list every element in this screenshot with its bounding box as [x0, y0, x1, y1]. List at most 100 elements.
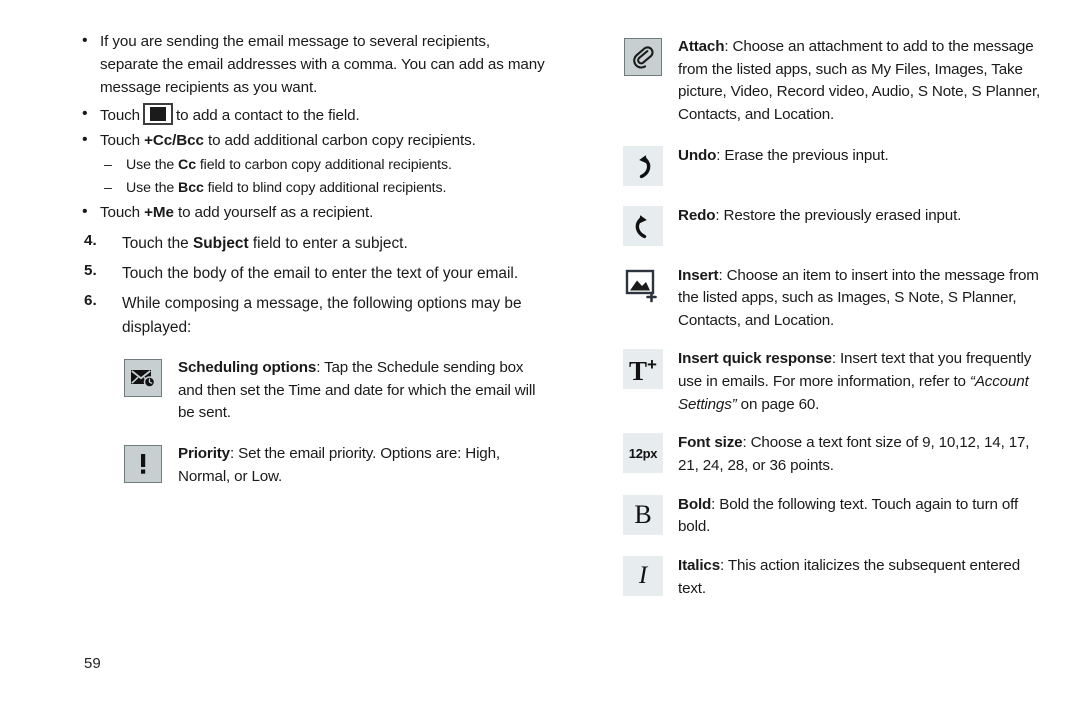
step-4-prefix: Touch the: [122, 234, 194, 252]
option-title: Insert quick response: [678, 350, 832, 368]
bold-icon-label: B: [634, 499, 652, 529]
sub-bcc-bold: Bcc: [178, 180, 204, 197]
option-scheduling-options: Scheduling options: Tap the Schedule sen…: [122, 357, 548, 425]
cc-bcc-bold: +Cc/Bcc: [144, 132, 204, 150]
step-number: 6.: [84, 292, 97, 310]
list-item: • If you are sending the email message t…: [78, 30, 548, 99]
dash-marker: –: [104, 157, 112, 174]
undo-arrow-icon-box: [623, 145, 663, 186]
plus-glyph: +: [647, 354, 657, 374]
step-text: While composing a message, the following…: [122, 295, 522, 336]
option-undo: Undo: Erase the previous input.: [622, 145, 1042, 187]
bold-icon-box: B: [623, 494, 663, 535]
step-5: 5. Touch the body of the email to enter …: [78, 262, 548, 285]
font-size-icon-box: 12px: [623, 433, 663, 474]
redo-arrow-icon[interactable]: [622, 205, 664, 247]
sub-bcc-prefix: Use the: [126, 180, 179, 197]
page-number: 59: [84, 655, 101, 672]
redo-arrow-icon-box: [623, 205, 663, 246]
schedule-email-icon-box: [124, 359, 162, 398]
option-title: Bold: [678, 495, 712, 513]
touch-prefix-text: Touch: [100, 107, 141, 125]
option-text: Insert: Choose an item to insert into th…: [678, 265, 1042, 333]
step-4-suffix: field to enter a subject.: [248, 234, 408, 252]
option-title: Font size: [678, 434, 743, 452]
me-prefix: Touch: [100, 204, 145, 222]
insert-image-plus-icon[interactable]: [622, 265, 664, 307]
option-insert: Insert: Choose an item to insert into th…: [622, 265, 1042, 333]
option-attach: Attach: Choose an attachment to add to t…: [622, 36, 1042, 127]
insert-image-plus-icon-box: [623, 266, 663, 306]
sub-cc-prefix: Use the: [126, 157, 179, 174]
step-number: 4.: [84, 231, 97, 249]
option-text: Bold: Bold the following text. Touch aga…: [678, 494, 1042, 539]
step-4: 4. Touch the Subject field to enter a su…: [78, 232, 548, 255]
priority-exclamation-icon[interactable]: [122, 443, 164, 485]
option-body: : Erase the previous input.: [716, 146, 889, 164]
option-body: : This action italicizes the subsequent …: [678, 556, 1020, 597]
option-body: : Choose an attachment to add to the mes…: [678, 38, 1041, 123]
left-column: • If you are sending the email message t…: [78, 30, 548, 501]
step-number: 5.: [84, 261, 97, 279]
option-body-tail: on page 60.: [736, 395, 820, 413]
option-text: Undo: Erase the previous input.: [678, 145, 1042, 168]
option-text: Insert quick response: Insert text that …: [678, 348, 1042, 416]
contact-picker-icon[interactable]: [143, 103, 174, 126]
option-text: Priority: Set the email priority. Option…: [178, 443, 548, 488]
dash-marker: –: [104, 180, 112, 197]
list-item-me: • Touch +Me to add yourself as a recipie…: [78, 201, 548, 224]
step-text: Touch the body of the email to enter the…: [122, 264, 519, 282]
bullet-marker: •: [82, 203, 88, 221]
option-insert-quick-response: T+ Insert quick response: Insert text th…: [622, 348, 1042, 416]
touch-suffix-text: to add a contact to the field.: [176, 107, 360, 125]
bullet-marker: •: [82, 131, 88, 149]
list-item-text: If you are sending the email message to …: [100, 33, 545, 97]
font-size-icon[interactable]: 12px: [622, 432, 664, 474]
option-title: Italics: [678, 556, 721, 574]
t-glyph: T+: [629, 354, 657, 386]
option-text: Scheduling options: Tap the Schedule sen…: [178, 357, 548, 425]
me-bold: +Me: [144, 204, 174, 222]
italics-icon-box: I: [623, 555, 663, 596]
manual-page: • If you are sending the email message t…: [0, 0, 1080, 720]
cc-bcc-suffix: to add additional carbon copy recipients…: [203, 132, 476, 150]
option-title: Scheduling options: [178, 359, 317, 377]
option-priority: Priority: Set the email priority. Option…: [122, 443, 548, 488]
option-text: Font size: Choose a text font size of 9,…: [678, 432, 1042, 477]
step-6: 6. While composing a message, the follow…: [78, 292, 548, 339]
option-body: : Restore the previously erased input.: [715, 206, 962, 224]
option-body: : Choose an item to insert into the mess…: [678, 266, 1039, 329]
option-italics: I Italics: This action italicizes the su…: [622, 555, 1042, 600]
option-body: : Bold the following text. Touch again t…: [678, 495, 1019, 536]
italics-icon[interactable]: I: [622, 555, 664, 597]
priority-exclamation-icon-box: [124, 445, 162, 484]
bullet-marker: •: [82, 105, 88, 123]
option-title: Attach: [678, 38, 725, 55]
undo-arrow-icon[interactable]: [622, 145, 664, 187]
sub-list-item-bcc: – Use the Bcc field to blind copy additi…: [78, 177, 548, 199]
option-text: Attach: Choose an attachment to add to t…: [678, 36, 1042, 127]
sub-list-item-cc: – Use the Cc field to carbon copy additi…: [78, 154, 548, 176]
insert-quick-response-icon[interactable]: T+: [622, 348, 664, 390]
option-bold: B Bold: Bold the following text. Touch a…: [622, 494, 1042, 539]
sub-cc-bold: Cc: [178, 157, 196, 174]
option-title: Undo: [678, 146, 717, 164]
list-item-touch-contact: • Touch to add a contact to the field.: [78, 103, 548, 127]
insert-quick-response-icon-box: T+: [623, 349, 663, 390]
option-text: Redo: Restore the previously erased inpu…: [678, 205, 1042, 228]
paperclip-attach-icon[interactable]: [622, 36, 664, 78]
option-title: Insert: [678, 266, 719, 284]
me-suffix: to add yourself as a recipient.: [173, 204, 374, 222]
right-column: Attach: Choose an attachment to add to t…: [622, 36, 1042, 613]
bold-icon[interactable]: B: [622, 494, 664, 536]
option-redo: Redo: Restore the previously erased inpu…: [622, 205, 1042, 247]
bullet-marker: •: [82, 32, 88, 49]
person-glyph: [150, 107, 167, 122]
paperclip-attach-icon-box: [624, 38, 662, 76]
italics-icon-label: I: [638, 562, 648, 590]
left-options-group: Scheduling options: Tap the Schedule sen…: [78, 357, 548, 488]
option-title: Priority: [178, 445, 230, 463]
option-title: Redo: [678, 206, 716, 224]
option-font-size: 12px Font size: Choose a text font size …: [622, 432, 1042, 477]
schedule-email-icon[interactable]: [122, 357, 164, 399]
